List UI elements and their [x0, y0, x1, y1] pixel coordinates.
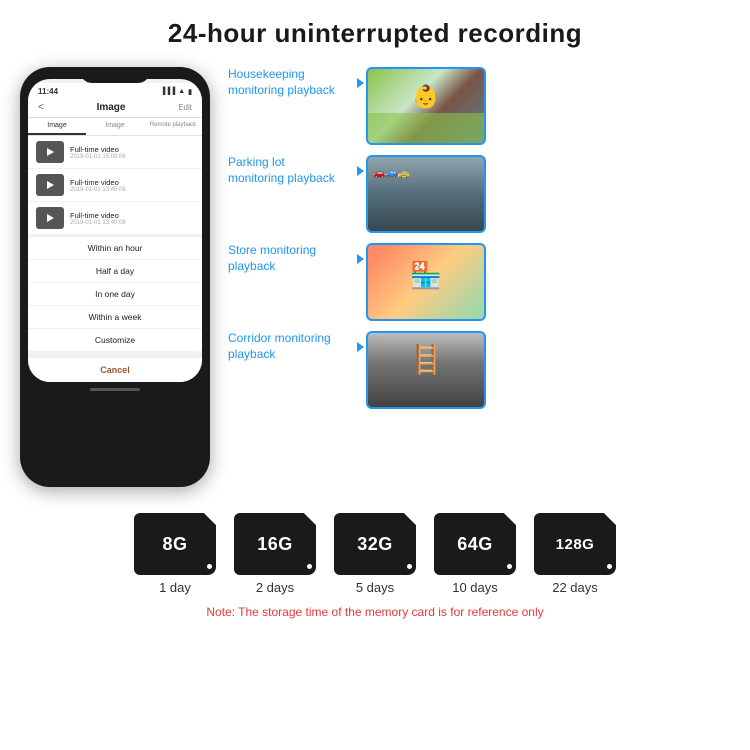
phone-status-icons: ▐▐▐ ▲ ▮	[160, 88, 192, 96]
phone-nav-bar: < Image Edit	[28, 98, 202, 118]
sdcard-label-32g: 32G	[357, 534, 393, 555]
wifi-icon: ▲	[178, 88, 185, 96]
sdcard-item-32g: 32G 5 days	[334, 513, 416, 595]
phone-item-sub-2: 2019-01-01 13:45:06	[70, 187, 126, 193]
sdcard-row: 8G 1 day 16G 2 days 32G 5	[134, 513, 616, 595]
phone-item-title-1: Full-time video	[70, 145, 126, 154]
phone-list-item-3[interactable]: Full-time video 2019-01-01 13:40:08	[28, 202, 202, 235]
phone-tabs: Image Image Remote playback	[28, 118, 202, 136]
sdcard-label-8g: 8G	[162, 534, 187, 555]
phone-tab-image[interactable]: Image	[28, 118, 86, 135]
phone-home-indicator	[90, 388, 140, 391]
sdcard-caption-64g: 10 days	[452, 580, 498, 595]
sdcard-dot-8g	[207, 564, 212, 569]
sdcard-dot-32g	[407, 564, 412, 569]
sdcard-label-128g: 128G	[556, 536, 595, 553]
phone-item-text-2: Full-time video 2019-01-01 13:45:06	[70, 178, 126, 193]
sdcard-visual-16g: 16G	[234, 513, 316, 575]
phone-time: 11:44	[38, 87, 58, 96]
phone-item-sub-1: 2019-01-01 15:08:06	[70, 154, 126, 160]
dropdown-within-hour[interactable]: Within an hour	[28, 237, 202, 260]
monitoring-label-parking: Parking lotmonitoring playback	[228, 155, 358, 186]
phone-item-text-3: Full-time video 2019-01-01 13:40:08	[70, 211, 126, 226]
sdcard-visual-64g: 64G	[434, 513, 516, 575]
monitoring-arrow-parking	[357, 166, 364, 176]
monitoring-label-store: Store monitoringplayback	[228, 243, 358, 274]
phone-thumb-3	[36, 207, 64, 229]
sdcard-notch-32g	[404, 513, 416, 525]
monitoring-text-store: Store monitoringplayback	[228, 243, 316, 274]
monitoring-image-parking	[366, 155, 486, 233]
dropdown-week[interactable]: Within a week	[28, 306, 202, 329]
monitoring-row-store: Store monitoringplayback	[228, 243, 730, 321]
phone-tab-remote[interactable]: Remote playback	[144, 118, 202, 135]
monitoring-image-corridor	[366, 331, 486, 409]
monitoring-row-parking: Parking lotmonitoring playback	[228, 155, 730, 233]
dropdown-customize[interactable]: Customize	[28, 329, 202, 352]
phone-dropdown: Within an hour Half a day In one day Wit…	[28, 237, 202, 352]
sdcard-label-64g: 64G	[457, 534, 493, 555]
sdcard-caption-16g: 2 days	[256, 580, 294, 595]
sdcard-visual-32g: 32G	[334, 513, 416, 575]
sdcard-dot-128g	[607, 564, 612, 569]
monitoring-text-housekeeping: Housekeepingmonitoring playback	[228, 67, 335, 98]
phone-list-item-1[interactable]: Full-time video 2019-01-01 15:08:06	[28, 136, 202, 169]
phone-nav-title: Image	[97, 102, 126, 113]
right-monitoring-section: Housekeepingmonitoring playback Parking …	[220, 67, 730, 409]
monitoring-label-corridor: Corridor monitoringplayback	[228, 331, 358, 362]
battery-icon: ▮	[188, 88, 192, 96]
monitoring-image-housekeeping	[366, 67, 486, 145]
phone-item-title-2: Full-time video	[70, 178, 126, 187]
phone-body: 11:44 ▐▐▐ ▲ ▮ < Image Edit	[20, 67, 210, 487]
phone-screen: 11:44 ▐▐▐ ▲ ▮ < Image Edit	[28, 79, 202, 382]
monitoring-image-store	[366, 243, 486, 321]
phone-status-bar: 11:44 ▐▐▐ ▲ ▮	[28, 83, 202, 98]
storage-note: Note: The storage time of the memory car…	[206, 605, 543, 619]
phone-item-title-3: Full-time video	[70, 211, 126, 220]
sdcard-label-16g: 16G	[257, 534, 293, 555]
phone-notch	[80, 67, 150, 83]
monitoring-arrow-corridor	[357, 342, 364, 352]
sdcard-caption-8g: 1 day	[159, 580, 191, 595]
sdcard-notch-128g	[604, 513, 616, 525]
monitoring-text-parking: Parking lotmonitoring playback	[228, 155, 335, 186]
dropdown-half-day[interactable]: Half a day	[28, 260, 202, 283]
phone-mockup: 11:44 ▐▐▐ ▲ ▮ < Image Edit	[20, 67, 220, 487]
sdcard-notch-64g	[504, 513, 516, 525]
signal-icon: ▐▐▐	[160, 88, 175, 96]
middle-section: 11:44 ▐▐▐ ▲ ▮ < Image Edit	[20, 67, 730, 487]
sdcard-dot-16g	[307, 564, 312, 569]
sdcard-visual-128g: 128G	[534, 513, 616, 575]
monitoring-row-corridor: Corridor monitoringplayback	[228, 331, 730, 409]
sdcard-notch-16g	[304, 513, 316, 525]
sdcard-visual-8g: 8G	[134, 513, 216, 575]
phone-nav-edit[interactable]: Edit	[178, 103, 192, 112]
sdcard-dot-64g	[507, 564, 512, 569]
sdcard-notch-8g	[204, 513, 216, 525]
monitoring-text-corridor: Corridor monitoringplayback	[228, 331, 331, 362]
phone-tab-image2[interactable]: Image	[86, 118, 144, 135]
dropdown-one-day[interactable]: In one day	[28, 283, 202, 306]
phone-cancel-button[interactable]: Cancel	[28, 354, 202, 382]
sdcard-section: 8G 1 day 16G 2 days 32G 5	[20, 513, 730, 619]
monitoring-arrow-housekeeping	[357, 78, 364, 88]
phone-list-item-2[interactable]: Full-time video 2019-01-01 13:45:06	[28, 169, 202, 202]
monitoring-arrow-store	[357, 254, 364, 264]
sdcard-caption-32g: 5 days	[356, 580, 394, 595]
page-title: 24-hour uninterrupted recording	[168, 18, 582, 49]
phone-thumb-1	[36, 141, 64, 163]
phone-thumb-2	[36, 174, 64, 196]
monitoring-label-housekeeping: Housekeepingmonitoring playback	[228, 67, 358, 98]
sdcard-item-128g: 128G 22 days	[534, 513, 616, 595]
back-arrow-icon[interactable]: <	[38, 102, 44, 113]
phone-item-text-1: Full-time video 2019-01-01 15:08:06	[70, 145, 126, 160]
sdcard-item-64g: 64G 10 days	[434, 513, 516, 595]
sdcard-caption-128g: 22 days	[552, 580, 598, 595]
sdcard-item-16g: 16G 2 days	[234, 513, 316, 595]
monitoring-row-housekeeping: Housekeepingmonitoring playback	[228, 67, 730, 145]
phone-item-sub-3: 2019-01-01 13:40:08	[70, 220, 126, 226]
sdcard-item-8g: 8G 1 day	[134, 513, 216, 595]
